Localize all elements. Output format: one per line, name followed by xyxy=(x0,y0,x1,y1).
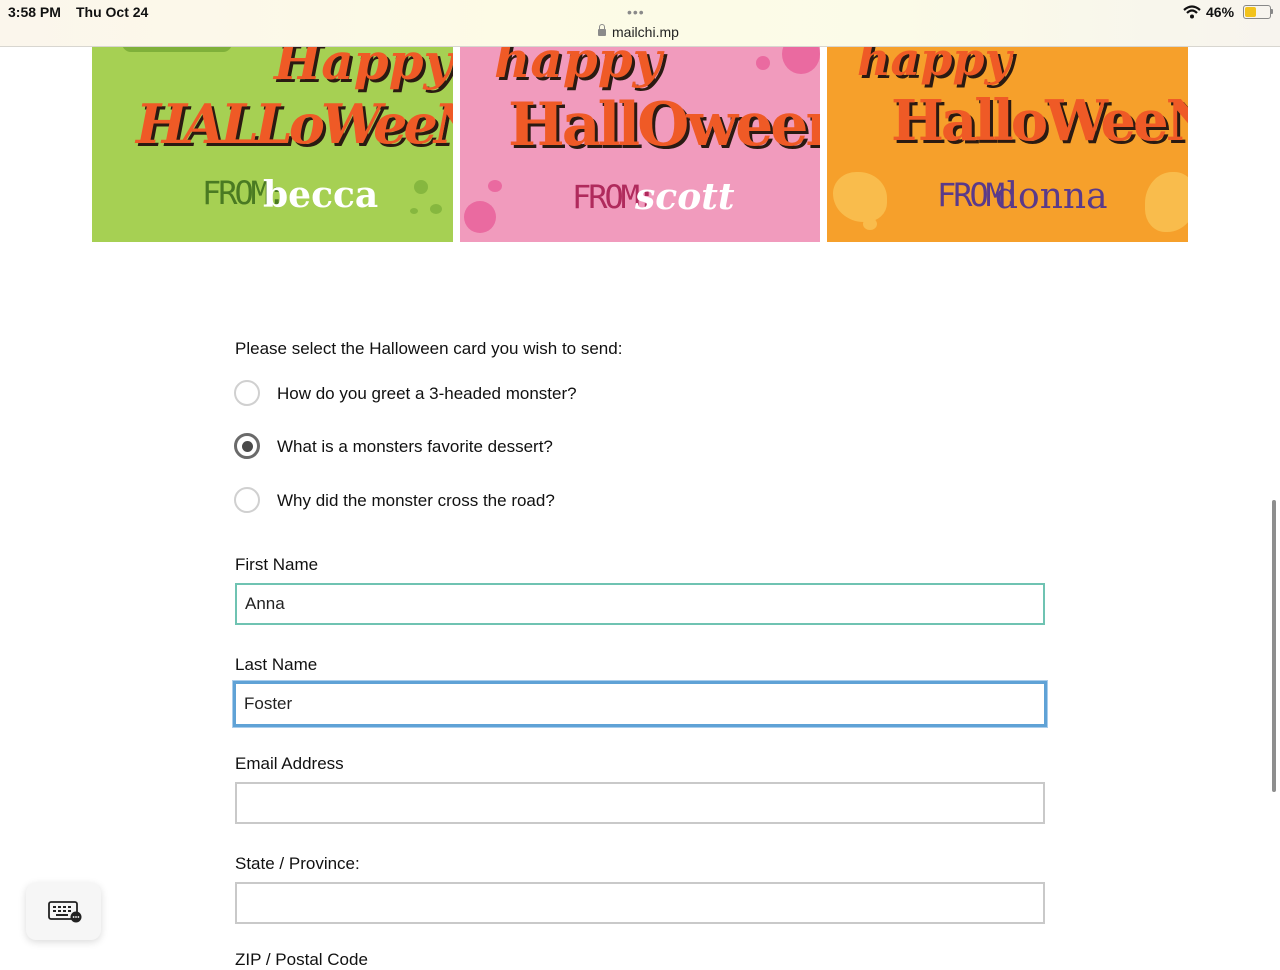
address-bar[interactable]: mailchi.mp xyxy=(598,24,679,40)
radio-button-selected[interactable] xyxy=(234,433,260,459)
card-decoration xyxy=(1145,172,1188,232)
card-option-3[interactable]: Why did the monster cross the road? xyxy=(234,487,834,517)
status-date: Thu Oct 24 xyxy=(76,4,149,20)
last-name-label: Last Name xyxy=(235,655,318,674)
card-decoration xyxy=(756,56,770,70)
wifi-icon xyxy=(1183,5,1201,19)
radio-button[interactable] xyxy=(234,380,260,406)
keyboard-icon xyxy=(48,901,82,923)
page-scrollbar[interactable] xyxy=(1272,500,1276,792)
card-sender-name: becca xyxy=(263,174,379,216)
card-decoration xyxy=(833,172,887,222)
card-title-line2: HallOween xyxy=(508,90,820,160)
state-field[interactable] xyxy=(235,882,1045,924)
email-label: Email Address xyxy=(235,754,344,773)
url-text: mailchi.mp xyxy=(612,24,679,40)
battery-icon xyxy=(1243,5,1271,19)
halloween-card-donna: happy HalloWeeN FROM: donna xyxy=(827,46,1188,242)
radio-button[interactable] xyxy=(234,487,260,513)
lock-icon xyxy=(598,24,606,36)
card-selection-prompt: Please select the Halloween card you wis… xyxy=(235,339,623,358)
last-name-field[interactable] xyxy=(233,681,1047,727)
card-decoration xyxy=(464,201,496,233)
radio-label[interactable]: How do you greet a 3-headed monster? xyxy=(277,384,577,404)
halloween-card-scott: happy HallOween FROM: scott xyxy=(460,46,820,242)
card-sender-name: scott xyxy=(635,176,735,218)
card-decoration xyxy=(488,180,502,192)
battery-nub xyxy=(1271,9,1273,14)
card-sender-name: donna xyxy=(995,176,1108,217)
card-decoration xyxy=(414,180,428,194)
card-title-line2: HalloWeeN xyxy=(891,88,1188,154)
battery-level xyxy=(1245,7,1256,17)
radio-label[interactable]: What is a monsters favorite dessert? xyxy=(277,437,553,457)
first-name-label: First Name xyxy=(235,555,319,574)
status-bar: 3:58 PM Thu Oct 24 ••• mailchi.mp 46% xyxy=(0,0,1280,47)
first-name-field[interactable] xyxy=(235,583,1045,625)
card-decoration xyxy=(782,46,820,74)
halloween-card-becca: Happy HALLoWeeN FROM: becca xyxy=(92,46,453,242)
status-time: 3:58 PM xyxy=(8,4,61,20)
battery-percent: 46% xyxy=(1206,4,1235,20)
card-title-line1: happy xyxy=(494,46,662,89)
card-decoration xyxy=(863,218,877,230)
card-option-2[interactable]: What is a monsters favorite dessert? xyxy=(234,433,834,463)
zip-label: ZIP / Postal Code xyxy=(235,950,368,969)
state-label: State / Province: xyxy=(235,854,360,873)
card-title-line1: Happy xyxy=(274,46,453,91)
radio-label[interactable]: Why did the monster cross the road? xyxy=(277,491,555,511)
card-decoration xyxy=(410,208,418,214)
card-title-line2: HALLoWeeN xyxy=(136,92,453,156)
email-field[interactable] xyxy=(235,782,1045,824)
card-option-1[interactable]: How do you greet a 3-headed monster? xyxy=(234,380,834,410)
multitasking-dots[interactable]: ••• xyxy=(627,4,645,20)
card-decoration xyxy=(430,204,442,214)
card-title-line1: happy xyxy=(857,46,1012,86)
keyboard-toggle-button[interactable] xyxy=(26,883,101,940)
